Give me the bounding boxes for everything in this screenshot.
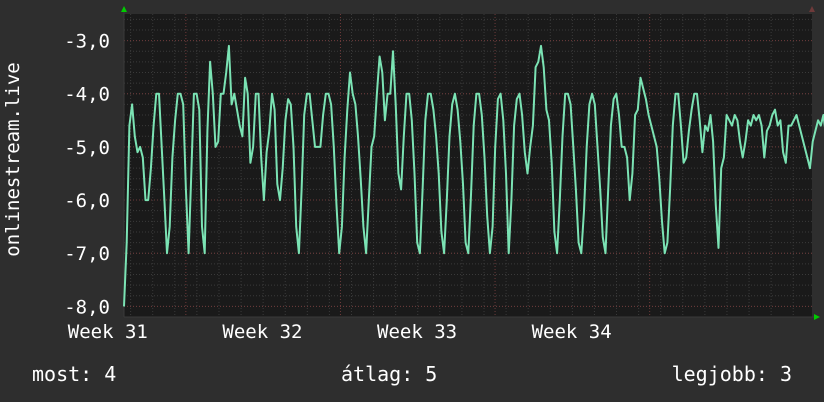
line-chart: -3,0-4,0-5,0-6,0-7,0-8,0 Week 31 Week 32 W… xyxy=(2,6,824,343)
y-tick-label: -6,0 xyxy=(64,190,110,212)
top-right-marker xyxy=(809,6,815,12)
x-tick-labels: Week 31 Week 32 Week 33 Week 34 xyxy=(68,321,612,343)
y-tick-label: -5,0 xyxy=(64,137,110,159)
x-tick-label: Week 31 xyxy=(68,321,148,343)
best-value-label: legjobb: 3 xyxy=(671,362,792,386)
x-tick-label: Week 33 xyxy=(377,321,457,343)
y-axis-label: onlinestream.live xyxy=(2,62,24,256)
x-tick-label: Week 32 xyxy=(222,321,302,343)
y-tick-label: -3,0 xyxy=(64,31,110,53)
y-axis-arrow xyxy=(121,6,127,12)
average-value-label: átlag: 5 xyxy=(341,362,438,386)
chart-panel: -3,0 -4,0 -5,0 -6,0 -7,0 -8,0 Week 31 Week 32 W… xyxy=(0,0,824,402)
y-tick-label: -4,0 xyxy=(64,84,110,106)
y-tick-label: -8,0 xyxy=(64,296,110,318)
y-tick-label: -7,0 xyxy=(64,243,110,265)
current-value-label: most: 4 xyxy=(32,362,117,386)
y-tick-labels: -3,0 -4,0 -5,0 -6,0 -7,0 -8,0 xyxy=(64,31,110,319)
x-tick-label: Week 34 xyxy=(532,321,612,343)
x-axis-arrow xyxy=(814,314,820,320)
